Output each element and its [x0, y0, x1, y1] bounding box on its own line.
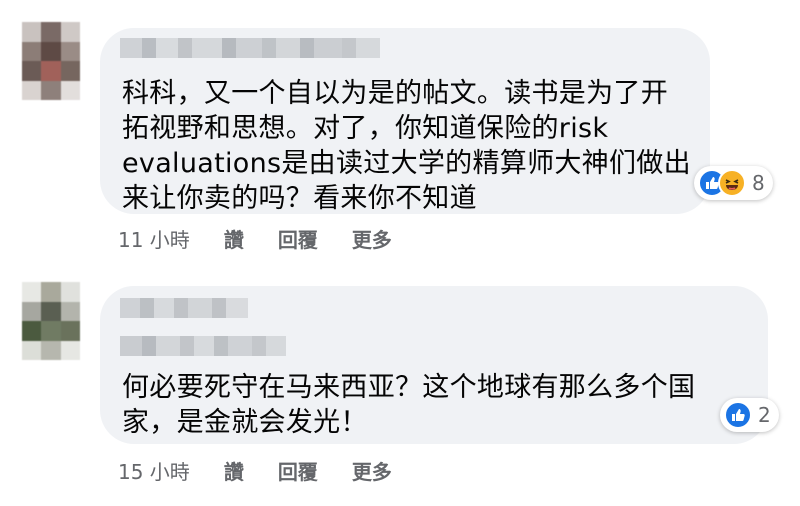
reply-button[interactable]: 回覆 [278, 456, 318, 485]
avatar[interactable] [22, 22, 80, 100]
avatar[interactable] [22, 282, 80, 360]
comment-time[interactable]: 11 小時 [118, 224, 190, 253]
more-button[interactable]: 更多 [352, 224, 392, 253]
reply-button[interactable]: 回覆 [278, 224, 318, 253]
author-subtitle-blurred [120, 336, 286, 356]
like-button[interactable]: 讚 [224, 224, 244, 253]
author-name-blurred[interactable] [120, 38, 380, 58]
reaction-count: 8 [752, 171, 765, 195]
reaction-summary[interactable]: 8 [694, 166, 773, 200]
comment-actions: 11 小時 讚 回覆 更多 [118, 224, 426, 253]
reaction-summary[interactable]: 2 [720, 398, 779, 432]
like-icon [724, 401, 752, 429]
comment-bubble: 科科，又一个自以为是的帖文。读书是为了开 拓视野和思想。对了，你知道保险的ris… [100, 28, 773, 214]
haha-icon [718, 169, 746, 197]
more-button[interactable]: 更多 [352, 456, 392, 485]
comment-time[interactable]: 15 小時 [118, 456, 190, 485]
comment-actions: 15 小時 讚 回覆 更多 [118, 456, 426, 485]
author-name-blurred[interactable] [120, 298, 248, 318]
reaction-count: 2 [758, 403, 771, 427]
comment-text: 科科，又一个自以为是的帖文。读书是为了开 拓视野和思想。对了，你知道保险的ris… [122, 78, 691, 214]
comment-bubble: 何必要死守在马来西亚？这个地球有那么多个国 家，是金就会发光！ 2 [100, 286, 779, 444]
comment-text: 何必要死守在马来西亚？这个地球有那么多个国 家，是金就会发光！ [122, 372, 696, 438]
like-button[interactable]: 讚 [224, 456, 244, 485]
